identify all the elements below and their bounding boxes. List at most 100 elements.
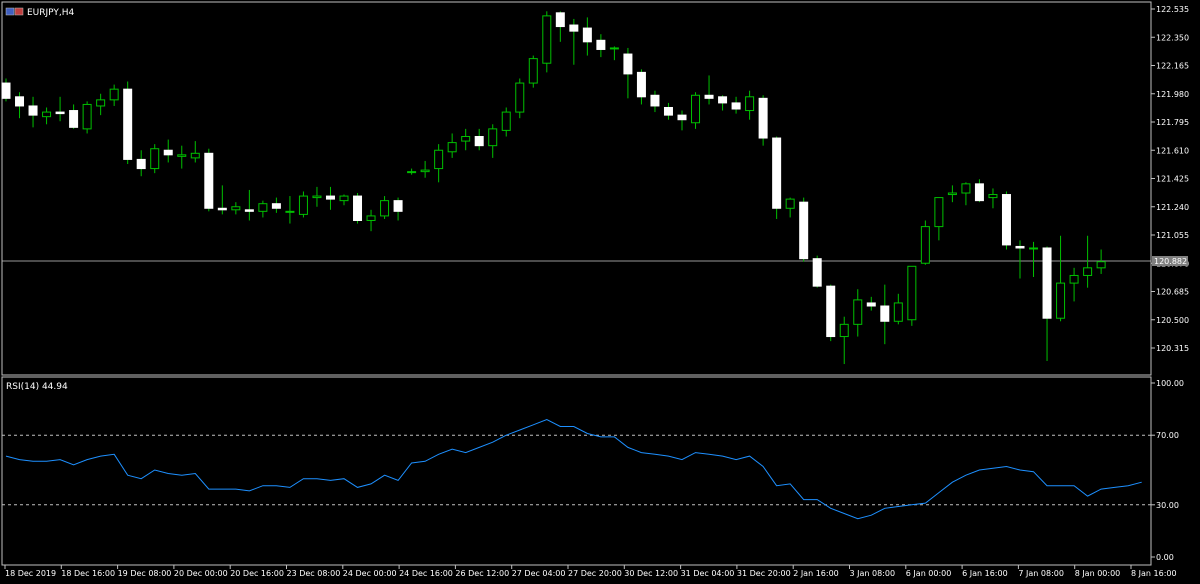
time-tick-label: 3 Jan 08:00 bbox=[850, 569, 896, 578]
candle-body-bull bbox=[82, 103, 92, 130]
rsi-tick-label: 0.00 bbox=[1156, 553, 1174, 562]
candle-body-bull bbox=[407, 171, 417, 174]
rsi-label: RSI(14) 44.94 bbox=[6, 382, 68, 392]
candle-body-bear bbox=[28, 105, 38, 116]
candle-body-bull bbox=[285, 210, 295, 213]
candle-body-bull bbox=[609, 47, 619, 50]
candle-body-bull bbox=[1083, 267, 1093, 276]
candle-body-bear bbox=[623, 53, 633, 75]
candle-body-bear bbox=[163, 149, 173, 156]
candle-body-bull bbox=[434, 149, 444, 170]
candle-body-bull bbox=[934, 197, 944, 228]
time-tick-label: 6 Jan 16:00 bbox=[962, 569, 1008, 578]
candle-body-bear bbox=[474, 136, 484, 147]
current-price-label: 120.882 bbox=[1154, 257, 1187, 266]
candle-body-bull bbox=[853, 299, 863, 325]
time-tick-label: 23 Dec 08:00 bbox=[287, 569, 341, 578]
price-tick-label: 120.500 bbox=[1156, 316, 1189, 325]
candle-body-bear bbox=[1042, 247, 1052, 319]
time-tick-label: 7 Jan 08:00 bbox=[1018, 569, 1064, 578]
candle-body-bull bbox=[461, 136, 471, 142]
candle-body-bear bbox=[325, 195, 335, 200]
candle-body-bear bbox=[799, 201, 809, 260]
candle-body-bear bbox=[123, 88, 133, 160]
price-tick-label: 121.055 bbox=[1156, 231, 1189, 240]
time-tick-label: 6 Jan 00:00 bbox=[906, 569, 952, 578]
candle-body-bull bbox=[258, 203, 268, 212]
candle-body-bear bbox=[393, 200, 403, 212]
time-tick-label: 18 Dec 2019 bbox=[5, 569, 56, 578]
candle-body-bull bbox=[785, 198, 795, 209]
candle-body-bear bbox=[136, 158, 146, 170]
candle-body-bear bbox=[718, 96, 728, 104]
time-tick-label: 18 Dec 16:00 bbox=[61, 569, 115, 578]
candle-body-bull bbox=[109, 88, 119, 101]
candle-body-bull bbox=[988, 194, 998, 199]
candle-body-bear bbox=[204, 152, 214, 209]
candle-body-bear bbox=[1015, 245, 1025, 249]
candle-body-bear bbox=[731, 102, 741, 110]
candle-body-bear bbox=[15, 96, 25, 107]
price-tick-label: 121.610 bbox=[1156, 146, 1189, 155]
candle-body-bull bbox=[42, 111, 52, 118]
time-tick-label: 2 Jan 16:00 bbox=[793, 569, 839, 578]
candle-body-bull bbox=[839, 323, 849, 338]
candle-body-bear bbox=[880, 305, 890, 322]
candle-body-bull bbox=[231, 206, 241, 211]
candle-body-bear bbox=[1001, 194, 1011, 246]
time-tick-label: 8 Jan 16:00 bbox=[1131, 569, 1177, 578]
candle-body-bull bbox=[298, 195, 308, 215]
candle-body-bull bbox=[1069, 274, 1079, 284]
time-tick-label: 8 Jan 00:00 bbox=[1075, 569, 1121, 578]
candle-body-bear bbox=[1, 82, 11, 99]
candle-body-bull bbox=[339, 195, 349, 202]
candle-body-bull bbox=[893, 302, 903, 322]
price-tick-label: 122.535 bbox=[1156, 5, 1189, 14]
price-tick-label: 120.685 bbox=[1156, 288, 1189, 297]
current-price-tag: 120.882 bbox=[1152, 256, 1188, 266]
candle-body-bear bbox=[555, 12, 565, 28]
candle-body-bear bbox=[596, 39, 606, 50]
price-tick-label: 120.315 bbox=[1156, 344, 1189, 353]
price-tick-label: 121.240 bbox=[1156, 203, 1189, 212]
candle-body-bear bbox=[866, 302, 876, 307]
candle-body-bear bbox=[353, 195, 363, 221]
candle-body-bull bbox=[907, 265, 917, 321]
candle-body-bull bbox=[528, 58, 538, 84]
price-tick-label: 121.980 bbox=[1156, 90, 1189, 99]
candle-body-bull bbox=[501, 111, 511, 131]
candle-body-bull bbox=[96, 99, 106, 107]
candle-body-bull bbox=[1029, 247, 1039, 250]
candle-body-bear bbox=[663, 106, 673, 116]
candle-body-bull bbox=[1056, 282, 1066, 319]
candle-body-bear bbox=[974, 183, 984, 202]
chart-background bbox=[0, 0, 1200, 584]
symbol-label: EURJPY,H4 bbox=[27, 8, 75, 18]
time-tick-label: 27 Dec 04:00 bbox=[512, 569, 566, 578]
candle-body-bear bbox=[69, 110, 79, 128]
price-tick-label: 121.425 bbox=[1156, 175, 1189, 184]
candle-body-bull bbox=[190, 152, 200, 159]
time-tick-label: 20 Dec 00:00 bbox=[174, 569, 228, 578]
candle-body-bull bbox=[150, 148, 160, 170]
candle-body-bear bbox=[826, 285, 836, 338]
chart-canvas[interactable]: 122.535 122.350 122.165 121.980 121.795 121.6… bbox=[0, 0, 1200, 584]
time-tick-label: 24 Dec 00:00 bbox=[343, 569, 397, 578]
price-tick-label: 121.795 bbox=[1156, 118, 1189, 127]
candle-body-bear bbox=[636, 71, 646, 98]
rsi-tick-label: 100.00 bbox=[1156, 379, 1184, 388]
candle-body-bear bbox=[812, 258, 822, 287]
candle-body-bear bbox=[650, 94, 660, 107]
time-tick-label: 31 Dec 20:00 bbox=[737, 569, 791, 578]
candle-body-bull bbox=[691, 94, 701, 124]
candle-body-bear bbox=[582, 27, 592, 43]
candle-body-bull bbox=[312, 195, 322, 199]
rsi-tick-label: 30.00 bbox=[1156, 501, 1179, 510]
candle-body-bull bbox=[420, 169, 430, 173]
time-tick-label: 24 Dec 16:00 bbox=[399, 569, 453, 578]
candle-body-bear bbox=[772, 137, 782, 209]
price-tick-label: 122.165 bbox=[1156, 62, 1189, 71]
candle-body-bull bbox=[515, 82, 525, 113]
candle-body-bear bbox=[217, 207, 227, 211]
time-tick-label: 19 Dec 08:00 bbox=[118, 569, 172, 578]
